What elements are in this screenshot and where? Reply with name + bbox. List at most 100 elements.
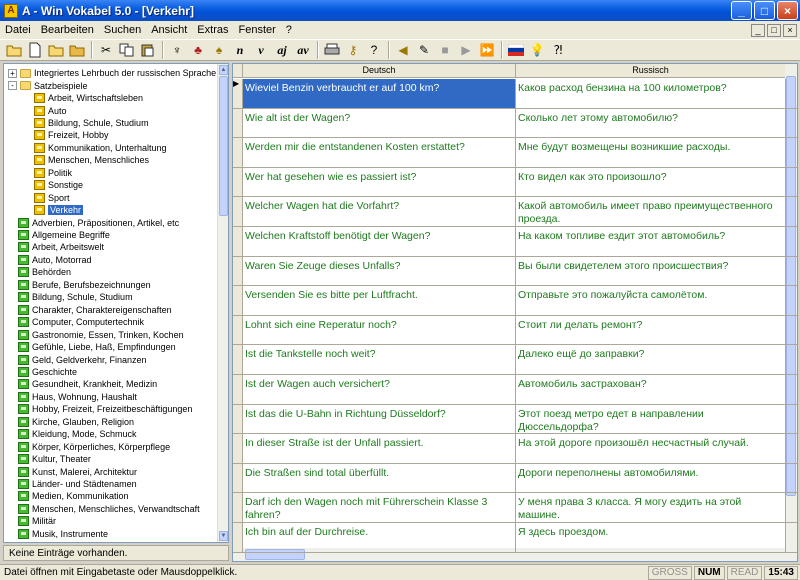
table-row[interactable]: Ist die Tankstelle noch weit? Далеко ещё … xyxy=(233,345,797,375)
table-row[interactable]: Darf ich den Wagen noch mit Führerschein… xyxy=(233,493,797,523)
tree-vertical-scrollbar[interactable]: ▲ ▼ xyxy=(217,64,228,542)
cell-russisch[interactable]: Мне будут возмещены возникшие расходы. xyxy=(516,138,786,167)
cell-russisch[interactable]: Этот поезд метро едет в направлении Дюсс… xyxy=(516,404,786,434)
mdi-minimize-button[interactable]: _ xyxy=(751,23,765,37)
tree-item[interactable]: Arbeit, Arbeitswelt xyxy=(18,241,104,253)
table-row[interactable]: Ich bin auf der Durchreise. Я здесь проез… xyxy=(233,523,797,553)
cell-deutsch[interactable]: Wer hat gesehen wie es passiert ist? xyxy=(243,167,516,197)
tree-item[interactable]: Gesundheit, Krankheit, Medizin xyxy=(18,378,157,390)
tree-item[interactable]: - Satzbeispiele xyxy=(8,79,88,91)
maximize-button[interactable]: □ xyxy=(754,1,775,20)
menu-datei[interactable]: Datei xyxy=(0,24,36,36)
cell-russisch[interactable]: На каком топливе ездит этот автомобиль? xyxy=(516,227,786,256)
menu-help[interactable]: ? xyxy=(281,24,297,36)
russian-flag-icon[interactable] xyxy=(506,40,526,60)
figure-icon[interactable]: ♆ xyxy=(167,40,187,60)
tree-item[interactable]: Geschichte xyxy=(18,366,77,378)
tree-item[interactable]: Bildung, Schule, Studium xyxy=(34,117,149,129)
tree-item[interactable]: Kleidung, Mode, Schmuck xyxy=(18,428,137,440)
mdi-restore-button[interactable]: □ xyxy=(767,23,781,37)
tree-item[interactable]: Sonstige xyxy=(34,179,83,191)
tree-item[interactable]: + Integriertes Lehrbuch der russischen Sp… xyxy=(8,67,216,79)
table-row[interactable]: Versenden Sie es bitte per Luftfracht. От… xyxy=(233,286,797,316)
row-marker[interactable] xyxy=(233,523,243,552)
row-marker[interactable] xyxy=(233,256,243,286)
menu-ansicht[interactable]: Ansicht xyxy=(146,24,192,36)
scroll-down-icon[interactable]: ▼ xyxy=(219,531,228,541)
minimize-button[interactable]: _ xyxy=(731,1,752,20)
cell-deutsch[interactable]: Werden mir die entstandenen Kosten ersta… xyxy=(243,138,516,167)
tree-item[interactable]: Gastronomie, Essen, Trinken, Kochen xyxy=(18,328,184,340)
row-marker[interactable] xyxy=(233,286,243,315)
tree-item[interactable]: Geld, Geldverkehr, Finanzen xyxy=(18,353,147,365)
tree-item[interactable]: Auto, Motorrad xyxy=(18,254,92,266)
tree-item[interactable]: Berufe, Berufsbezeichnungen xyxy=(18,279,151,291)
cell-russisch[interactable]: Я здесь проездом. xyxy=(516,523,786,552)
menu-suchen[interactable]: Suchen xyxy=(99,24,146,36)
cell-deutsch[interactable]: Lohnt sich eine Reperatur noch? xyxy=(243,315,516,345)
table-row[interactable]: Lohnt sich eine Reperatur noch? Стоит ли … xyxy=(233,315,797,346)
tree-item[interactable]: Medien, Kommunikation xyxy=(18,490,129,502)
fast-forward-icon[interactable]: ⏩ xyxy=(477,40,497,60)
app-icon[interactable]: A xyxy=(4,3,18,18)
cell-deutsch[interactable]: Wie alt ist der Wagen? xyxy=(243,108,516,138)
tree-item[interactable]: Körper, Körperliches, Körperpflege xyxy=(18,441,170,453)
row-marker[interactable] xyxy=(233,434,243,463)
figure-red-icon[interactable]: ♣ xyxy=(188,40,208,60)
table-row[interactable]: Wie alt ist der Wagen? Сколько лет этому … xyxy=(233,108,797,139)
table-row[interactable]: In dieser Straße ist der Unfall passiert… xyxy=(233,434,797,464)
tree-item[interactable]: Menschen, Menschliches, Verwandtschaft xyxy=(18,503,200,515)
tree-item[interactable]: Sport xyxy=(34,192,70,204)
play-icon[interactable]: ▶ xyxy=(456,40,476,60)
row-marker[interactable] xyxy=(233,404,243,434)
tree-item[interactable]: Arbeit, Wirtschaftsleben xyxy=(34,92,143,104)
cell-deutsch[interactable]: Ich bin auf der Durchreise. xyxy=(243,523,516,552)
question-icon[interactable]: ? xyxy=(364,40,384,60)
adverb-button[interactable]: av xyxy=(293,40,313,60)
tree-item[interactable]: Hobby, Freizeit, Freizeitbeschäftigungen xyxy=(18,403,192,415)
tree-scroll-thumb[interactable] xyxy=(219,76,228,216)
row-marker[interactable] xyxy=(233,167,243,197)
tree-item[interactable]: Adverbien, Präpositionen, Artikel, etc xyxy=(18,216,179,228)
cell-deutsch[interactable]: Darf ich den Wagen noch mit Führerschein… xyxy=(243,493,516,522)
cell-deutsch[interactable]: Ist die Tankstelle noch weit? xyxy=(243,345,516,374)
speaker-icon[interactable]: ◀ xyxy=(393,40,413,60)
row-marker[interactable] xyxy=(233,493,243,522)
print-icon[interactable] xyxy=(322,40,342,60)
cell-deutsch[interactable]: Versenden Sie es bitte per Luftfracht. xyxy=(243,286,516,315)
menu-extras[interactable]: Extras xyxy=(192,24,233,36)
row-marker[interactable] xyxy=(233,375,243,404)
row-marker[interactable] xyxy=(233,345,243,374)
cell-deutsch[interactable]: Ist der Wagen auch versichert? xyxy=(243,375,516,404)
help-pointer-icon[interactable]: ⁈ xyxy=(548,40,568,60)
cell-russisch[interactable]: На этой дороге произошёл несчастный случ… xyxy=(516,434,786,463)
cell-russisch[interactable]: Стоит ли делать ремонт? xyxy=(516,315,786,345)
stop-icon[interactable]: ■ xyxy=(435,40,455,60)
cell-russisch[interactable]: У меня права 3 класса. Я могу ездить на … xyxy=(516,493,786,522)
cell-russisch[interactable]: Сколько лет этому автомобилю? xyxy=(516,108,786,138)
cell-deutsch[interactable]: Wieviel Benzin verbraucht er auf 100 km? xyxy=(243,79,516,108)
cut-icon[interactable]: ✂ xyxy=(96,40,116,60)
menu-bearbeiten[interactable]: Bearbeiten xyxy=(36,24,99,36)
verb-button[interactable]: v xyxy=(251,40,271,60)
tree-item[interactable]: Charakter, Charaktereigenschaften xyxy=(18,304,172,316)
cell-russisch[interactable]: Автомобиль застрахован? xyxy=(516,375,786,404)
scroll-up-icon[interactable]: ▲ xyxy=(219,65,228,75)
cell-russisch[interactable]: Далеко ещё до заправки? xyxy=(516,345,786,374)
cell-deutsch[interactable]: Welcher Wagen hat die Vorfahrt? xyxy=(243,197,516,226)
tree-item[interactable]: Verkehr xyxy=(34,204,84,216)
cell-russisch[interactable]: Вы были свидетелем этого происшествия? xyxy=(516,256,786,286)
menu-fenster[interactable]: Fenster xyxy=(233,24,280,36)
noun-button[interactable]: n xyxy=(230,40,250,60)
cell-deutsch[interactable]: Welchen Kraftstoff benötigt der Wagen? xyxy=(243,227,516,256)
tree-item[interactable]: Menschen, Menschliches xyxy=(34,154,149,166)
row-marker[interactable] xyxy=(233,463,243,493)
table-row[interactable]: Ist der Wagen auch versichert? Автомобиль… xyxy=(233,375,797,405)
tree-item[interactable]: Behörden xyxy=(18,266,71,278)
row-marker[interactable] xyxy=(233,138,243,167)
tree-item[interactable]: Auto xyxy=(34,104,67,116)
open-folder-icon[interactable] xyxy=(4,40,24,60)
new-file-icon[interactable] xyxy=(25,40,45,60)
cell-russisch[interactable]: Отправьте это пожалуйста самолётом. xyxy=(516,286,786,315)
microphone-icon[interactable]: ✎ xyxy=(414,40,434,60)
